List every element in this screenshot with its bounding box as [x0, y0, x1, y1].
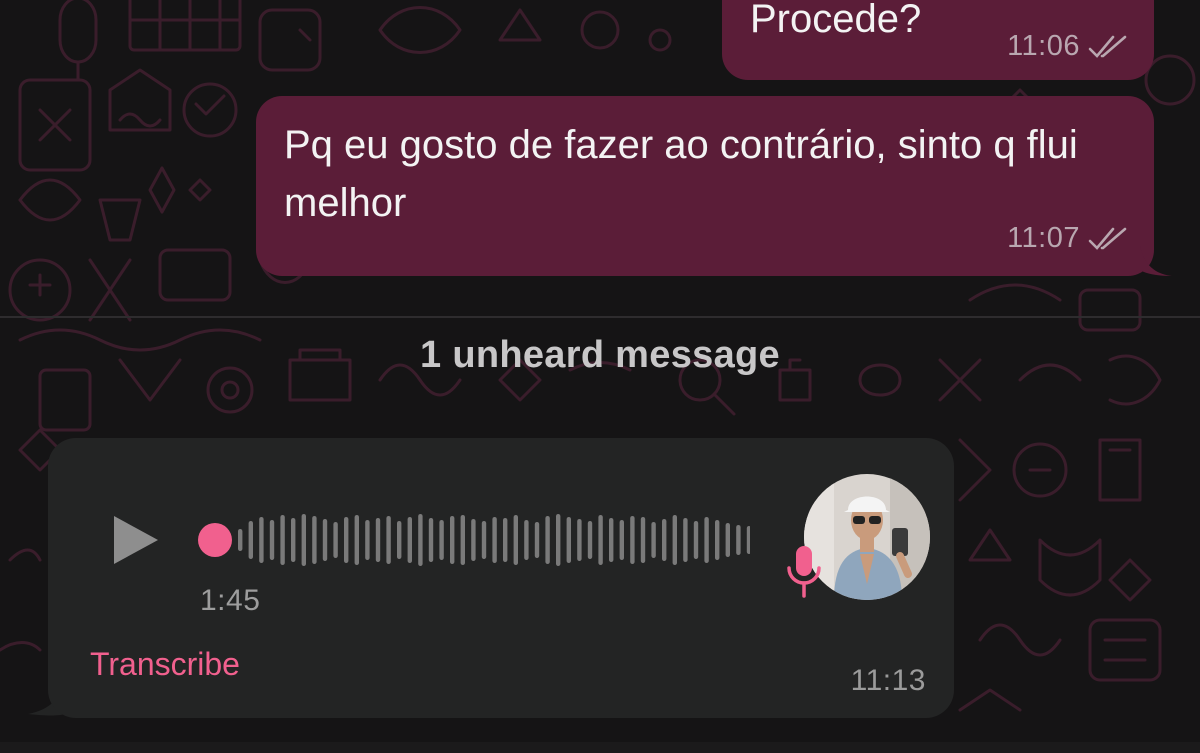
waveform-bar	[598, 515, 603, 565]
unheard-messages-label: 1 unheard message	[420, 334, 780, 376]
waveform-bar	[619, 520, 624, 560]
play-icon[interactable]	[110, 512, 166, 568]
microphone-icon	[787, 546, 821, 598]
waveform-bar	[471, 519, 476, 561]
waveform-bar	[577, 519, 582, 561]
message-time: 11:06	[1007, 30, 1080, 62]
waveform-bar	[524, 520, 529, 560]
voice-message-bubble[interactable]: 1:45 Transcribe 11:13	[48, 438, 954, 718]
waveform-bar	[418, 514, 423, 566]
waveform-bar	[280, 515, 285, 565]
message-time: 11:13	[850, 664, 926, 697]
waveform-bar	[386, 516, 391, 564]
waveform-bar	[545, 516, 550, 564]
message-text: Procede?	[750, 0, 922, 41]
waveform-bar	[715, 520, 720, 560]
waveform-bar	[397, 521, 402, 559]
waveform-bar	[407, 517, 412, 563]
message-meta: 11:07	[1007, 222, 1130, 255]
outgoing-message-bubble[interactable]: Pq eu gosto de fazer ao contrário, sinto…	[256, 96, 1154, 276]
waveform-bar	[503, 518, 508, 562]
waveform-bar	[662, 519, 667, 561]
transcribe-button[interactable]: Transcribe	[90, 646, 240, 683]
unheard-divider-line	[0, 316, 1200, 318]
read-receipt-double-check-icon	[1088, 35, 1130, 59]
waveform-bar	[566, 517, 571, 563]
message-time: 11:07	[1007, 222, 1080, 254]
waveform-bar	[354, 515, 359, 565]
waveform-bar	[269, 520, 275, 560]
waveform-bar	[672, 515, 677, 565]
waveform-bar	[301, 514, 306, 566]
waveform-bar	[704, 517, 709, 563]
waveform-bar	[322, 519, 328, 561]
bottom-edge	[0, 742, 1200, 753]
waveform-bar	[556, 514, 561, 566]
waveform-bar	[365, 520, 370, 560]
message-meta: 11:06	[1007, 30, 1130, 63]
waveform-bar	[725, 523, 730, 557]
waveform-bar	[481, 521, 487, 559]
playback-scrubber-dot	[198, 523, 232, 557]
waveform-bar	[259, 517, 264, 563]
waveform-bar	[375, 518, 381, 562]
waveform-bar	[587, 521, 593, 559]
waveform-bar	[609, 518, 614, 562]
waveform-bar	[534, 522, 540, 558]
waveform-bar	[492, 517, 497, 563]
waveform-bar	[238, 529, 243, 551]
chat-view: Procede? 11:06 Pq eu gosto de fazer ao c…	[0, 0, 1200, 753]
waveform-bar	[460, 515, 465, 565]
audio-waveform[interactable]	[198, 504, 750, 576]
waveform-bar	[450, 516, 455, 564]
waveform-bar	[736, 525, 741, 555]
bubble-tail	[1140, 246, 1172, 276]
message-text: Pq eu gosto de fazer ao contrário, sinto…	[284, 123, 1078, 225]
waveform-bar	[651, 522, 656, 558]
waveform-bar	[344, 517, 349, 563]
waveform-bar	[640, 517, 646, 563]
waveform-bar	[746, 526, 750, 554]
waveform-bar	[513, 515, 518, 565]
read-receipt-double-check-icon	[1088, 227, 1130, 251]
waveform-bar	[312, 516, 317, 564]
waveform-bar	[630, 516, 635, 564]
waveform-bar	[683, 518, 688, 562]
waveform-bar	[248, 521, 253, 559]
waveform-bar	[439, 520, 444, 560]
waveform-bar	[291, 518, 296, 562]
waveform-bar	[693, 521, 699, 559]
outgoing-message-bubble[interactable]: Procede? 11:06	[722, 0, 1154, 80]
waveform-bar	[333, 522, 338, 558]
voice-duration: 1:45	[200, 584, 261, 617]
sender-avatar[interactable]	[804, 474, 930, 600]
waveform-bar	[428, 518, 434, 562]
